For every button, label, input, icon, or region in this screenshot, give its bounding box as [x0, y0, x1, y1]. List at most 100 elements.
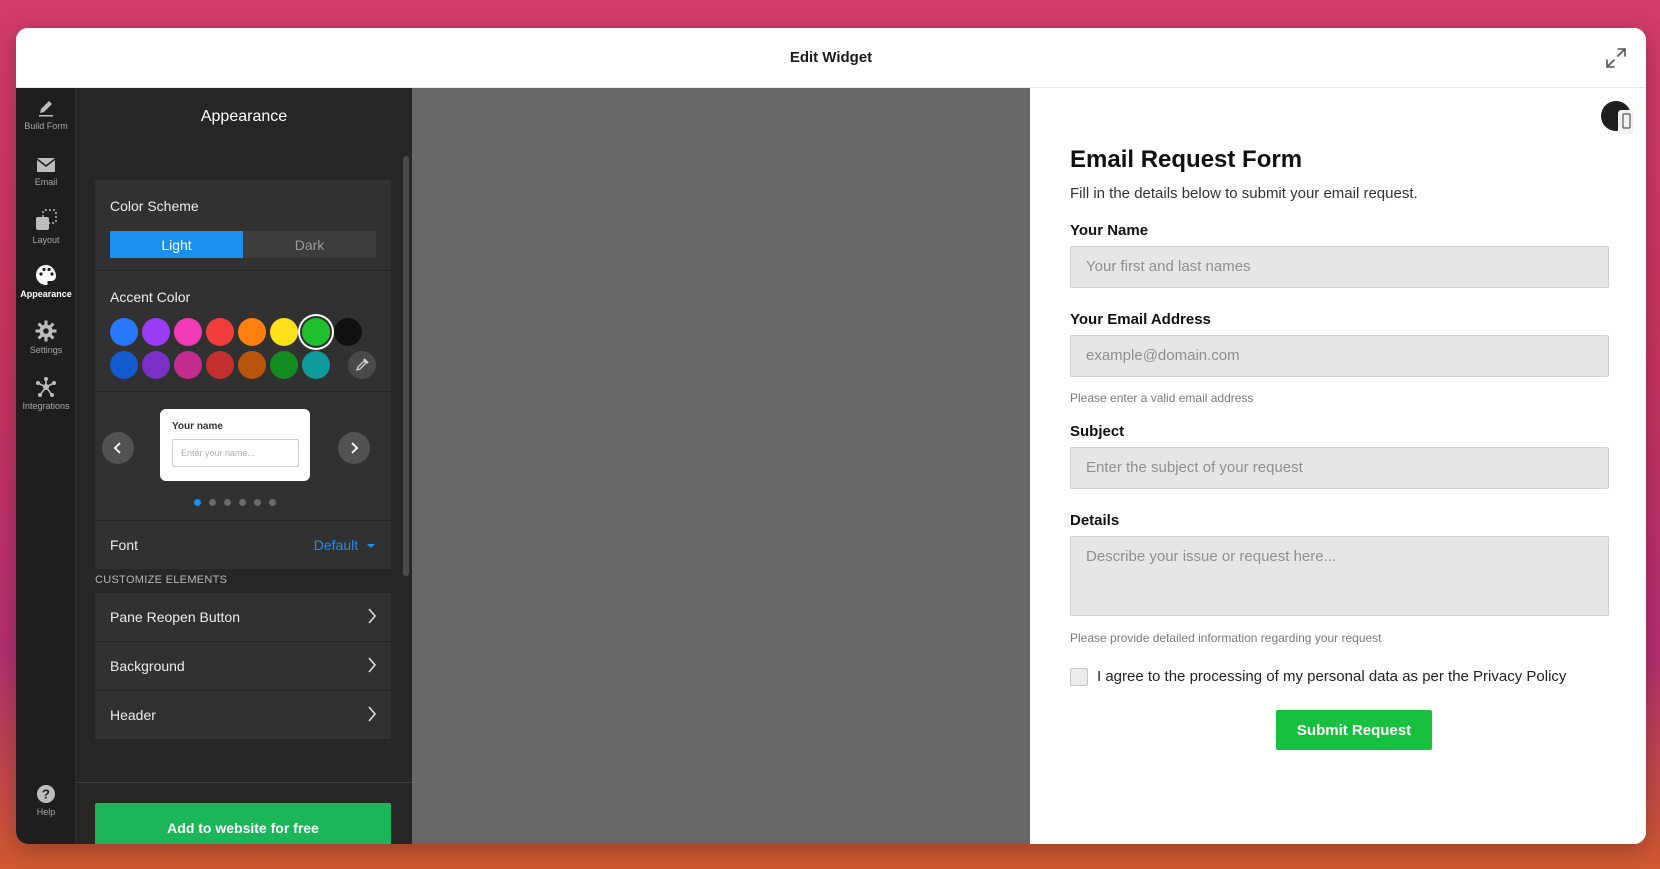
rail-label: Email — [34, 177, 58, 187]
carousel-prev-button[interactable] — [102, 432, 134, 464]
carousel-next-button[interactable] — [338, 432, 370, 464]
chevron-right-icon — [368, 657, 377, 673]
rail-item-build-form[interactable]: Build Form — [16, 98, 76, 150]
carousel-dot[interactable] — [269, 499, 276, 506]
accent-swatch[interactable] — [238, 351, 266, 379]
panel-scrollbar[interactable] — [403, 156, 409, 576]
form-title: Email Request Form — [1070, 146, 1303, 173]
edit-widget-window: Edit Widget Build Form Email Layout Appe… — [16, 28, 1646, 844]
preview-card: Your name Enter your name... — [160, 409, 310, 481]
accent-color-label: Accent Color — [110, 289, 191, 305]
scheme-option-light[interactable]: Light — [110, 231, 243, 258]
element-row-label: Pane Reopen Button — [110, 609, 240, 625]
carousel-dot[interactable] — [254, 499, 261, 506]
caret-down-icon — [367, 544, 375, 548]
layout-icon — [36, 209, 57, 230]
panel-footer: Add to website for free — [76, 782, 412, 844]
accent-swatch[interactable] — [270, 351, 298, 379]
carousel-dot[interactable] — [209, 499, 216, 506]
font-card: Font Default — [95, 521, 391, 569]
accent-swatch[interactable] — [270, 318, 298, 346]
consent-checkbox[interactable] — [1070, 668, 1088, 686]
chevron-right-icon — [368, 706, 377, 722]
preview-field-input: Enter your name... — [172, 439, 299, 467]
subject-input[interactable]: Enter the subject of your request — [1070, 447, 1609, 489]
rail-item-help[interactable]: ? Help — [16, 784, 76, 836]
customize-elements-heading: CUSTOMIZE ELEMENTS — [95, 574, 228, 586]
form-preview: Email Request Form Fill in the details b… — [1030, 88, 1646, 844]
name-label: Your Name — [1070, 222, 1149, 239]
accent-swatch[interactable] — [142, 351, 170, 379]
preview-canvas — [412, 88, 1030, 844]
accent-swatch[interactable] — [110, 351, 138, 379]
color-scheme-label: Color Scheme — [110, 198, 199, 214]
device-toggle-icon[interactable] — [1600, 100, 1634, 134]
rail-label: Appearance — [20, 289, 72, 299]
carousel-dot[interactable] — [224, 499, 231, 506]
rail-item-integrations[interactable]: Integrations — [16, 376, 76, 428]
help-icon: ? — [37, 785, 55, 803]
subject-label: Subject — [1070, 423, 1125, 440]
email-hint: Please enter a valid email address — [1070, 391, 1254, 405]
rail-item-appearance[interactable]: Appearance — [16, 264, 76, 316]
element-row-background[interactable]: Background — [95, 642, 391, 690]
carousel-dot[interactable] — [194, 499, 201, 506]
accent-swatch[interactable] — [206, 351, 234, 379]
email-input[interactable]: example@domain.com — [1070, 335, 1609, 377]
element-row-label: Header — [110, 707, 156, 723]
title-bar: Edit Widget — [16, 28, 1646, 88]
window-title: Edit Widget — [789, 49, 873, 66]
integrations-icon — [36, 377, 56, 397]
panel-title: Appearance — [200, 108, 288, 125]
pencil-icon — [39, 101, 53, 117]
accent-swatch[interactable] — [302, 351, 330, 379]
expand-icon[interactable] — [1604, 46, 1628, 70]
element-row-header[interactable]: Header — [95, 691, 391, 739]
form-subtitle: Fill in the details below to submit your… — [1070, 185, 1418, 202]
rail-item-settings[interactable]: Settings — [16, 320, 76, 372]
accent-swatch[interactable] — [206, 318, 234, 346]
scheme-option-dark[interactable]: Dark — [243, 231, 376, 258]
carousel-dot[interactable] — [239, 499, 246, 506]
details-label: Details — [1070, 512, 1120, 529]
element-row-label: Background — [110, 658, 185, 674]
eyedropper-icon[interactable] — [348, 351, 376, 379]
preview-field-label: Your name — [172, 421, 223, 432]
font-label: Font — [110, 537, 139, 553]
details-hint: Please provide detailed information rega… — [1070, 631, 1382, 645]
rail-label: Settings — [29, 345, 63, 355]
accent-color-card: Accent Color — [95, 271, 391, 391]
envelope-icon — [36, 158, 56, 172]
font-select[interactable]: Default — [314, 537, 376, 553]
font-select-value: Default — [313, 537, 359, 553]
accent-swatch[interactable] — [238, 318, 266, 346]
element-row-pane-reopen-button[interactable]: Pane Reopen Button — [95, 593, 391, 641]
svg-text:?: ? — [42, 787, 50, 802]
chevron-right-icon — [368, 608, 377, 624]
color-scheme-card: Color Scheme Light Dark — [95, 180, 391, 270]
rail-label: Help — [36, 807, 56, 817]
color-scheme-toggle: Light Dark — [110, 231, 376, 258]
rail-label: Layout — [32, 235, 60, 245]
details-textarea[interactable]: Describe your issue or request here... — [1070, 536, 1609, 616]
rail-label: Build Form — [24, 121, 68, 131]
email-label: Your Email Address — [1070, 311, 1211, 328]
gear-icon — [35, 320, 57, 342]
preview-carousel-card: Your name Enter your name... — [95, 392, 391, 520]
rail-item-layout[interactable]: Layout — [16, 208, 76, 260]
rail-label: Integrations — [22, 401, 70, 411]
accent-swatch[interactable] — [302, 318, 330, 346]
accent-swatch[interactable] — [142, 318, 170, 346]
accent-swatch[interactable] — [334, 318, 362, 346]
rail-item-email[interactable]: Email — [16, 156, 76, 208]
palette-icon — [36, 265, 56, 285]
name-input[interactable]: Your first and last names — [1070, 246, 1609, 288]
sidebar-rail: Build Form Email Layout Appearance Setti… — [16, 88, 76, 844]
accent-swatch[interactable] — [174, 318, 202, 346]
submit-request-button[interactable]: Submit Request — [1276, 710, 1432, 750]
accent-swatch[interactable] — [110, 318, 138, 346]
add-to-website-button[interactable]: Add to website for free — [95, 803, 391, 844]
consent-label: I agree to the processing of my personal… — [1097, 668, 1567, 685]
appearance-panel: Appearance Color Scheme Light Dark Accen… — [76, 88, 412, 844]
accent-swatch[interactable] — [174, 351, 202, 379]
